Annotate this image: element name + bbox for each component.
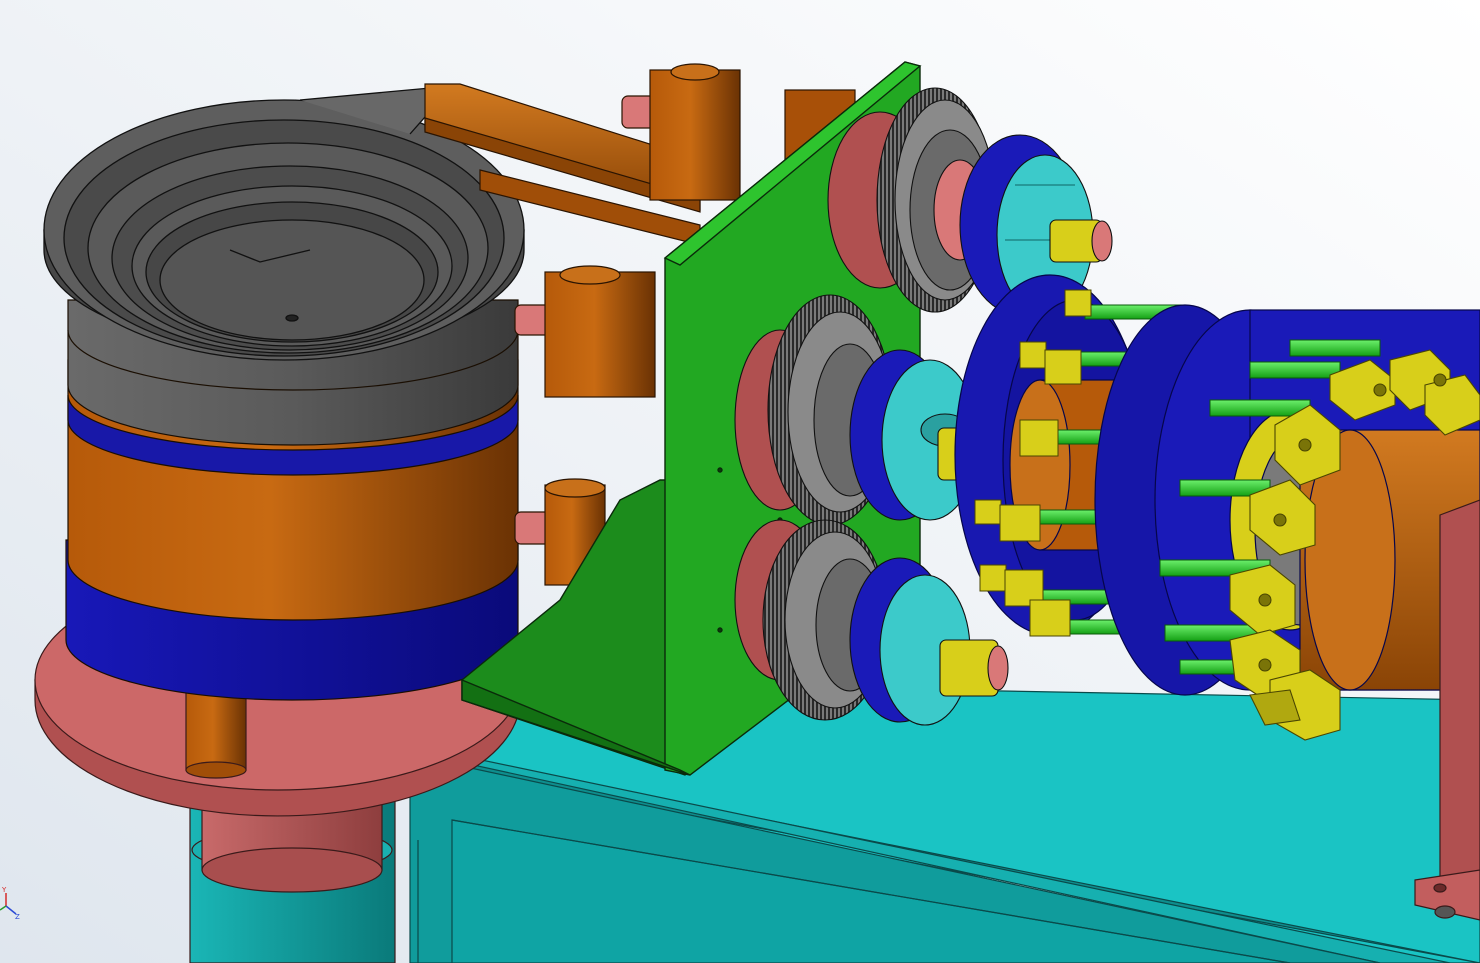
- y-axis-line: [0, 905, 7, 911]
- view-orientation-triad[interactable]: Y Z: [0, 884, 40, 924]
- machine-model[interactable]: [0, 0, 1480, 963]
- triad-z-label: Z: [15, 913, 20, 921]
- cad-viewport[interactable]: Y Z: [0, 0, 1480, 963]
- triad-y-label: Y: [1, 886, 7, 894]
